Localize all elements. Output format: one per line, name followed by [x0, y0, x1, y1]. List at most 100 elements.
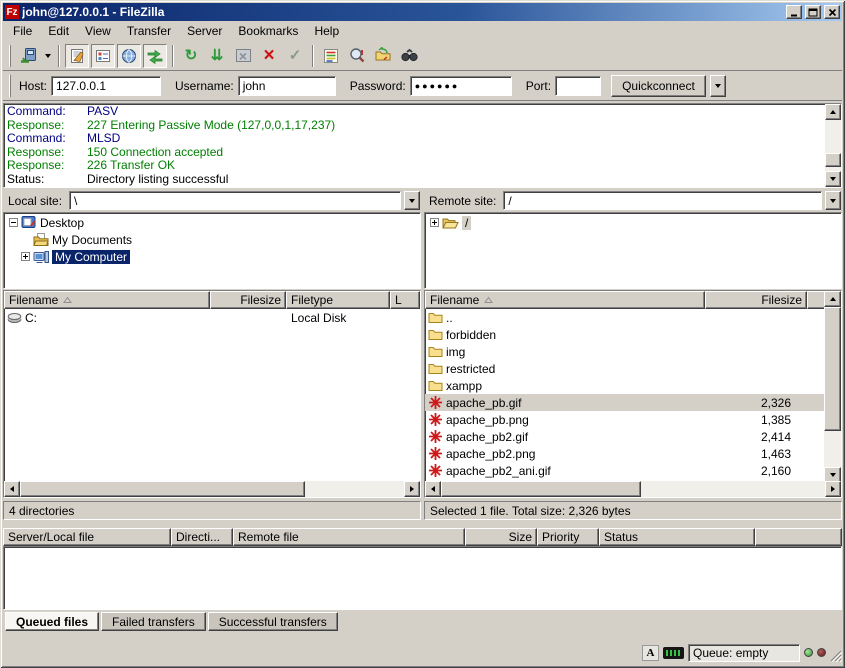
column-header-remote-file[interactable]: Remote file	[233, 528, 465, 546]
remote-site-label: Remote site:	[425, 194, 500, 208]
site-manager-dropdown[interactable]	[41, 44, 54, 68]
remote-file-row[interactable]: ..	[425, 309, 826, 326]
column-header-filesize[interactable]: Filesize	[210, 291, 286, 309]
my-documents-icon	[33, 232, 49, 248]
data-type-indicator[interactable]: A	[642, 645, 659, 661]
remote-file-row-selected[interactable]: apache_pb.gif 2,326	[425, 394, 826, 411]
column-header-filename[interactable]: Filename	[425, 291, 705, 309]
column-header-direction[interactable]: Directi...	[171, 528, 233, 546]
arrow-left-icon	[10, 486, 14, 492]
tab-successful-transfers[interactable]: Successful transfers	[208, 612, 338, 631]
local-site-combo-dropdown[interactable]	[404, 191, 420, 210]
remote-file-row[interactable]: apache_pb2.gif 2,414	[425, 428, 826, 445]
scroll-thumb[interactable]	[825, 153, 841, 167]
queue-tabs: Queued files Failed transfers Successful…	[3, 612, 338, 631]
host-input[interactable]: 127.0.0.1	[51, 76, 161, 96]
column-header-server-local-file[interactable]: Server/Local file	[3, 528, 171, 546]
local-horizontal-scrollbar[interactable]	[4, 481, 420, 497]
folder-icon	[428, 344, 443, 359]
port-input[interactable]	[555, 76, 601, 96]
scroll-up-button[interactable]	[824, 291, 841, 307]
scroll-right-button[interactable]	[404, 481, 420, 497]
tab-failed-transfers[interactable]: Failed transfers	[101, 612, 206, 631]
log-scrollbar[interactable]	[825, 104, 841, 187]
menu-transfer[interactable]: Transfer	[119, 22, 179, 40]
close-icon	[828, 8, 837, 17]
column-header-filetype[interactable]: Filetype	[286, 291, 390, 309]
scroll-left-button[interactable]	[425, 481, 441, 497]
maximize-icon	[808, 8, 818, 17]
column-header-status[interactable]: Status	[599, 528, 755, 546]
column-header-size[interactable]: Size	[465, 528, 537, 546]
remote-file-row[interactable]: apache_pb2.png 1,463	[425, 445, 826, 462]
refresh-button[interactable]: ↻	[179, 44, 203, 68]
column-header-filename[interactable]: Filename	[4, 291, 210, 309]
remote-file-row[interactable]: forbidden	[425, 326, 826, 343]
remote-file-row[interactable]: img	[425, 343, 826, 360]
synchronized-browsing-button[interactable]	[371, 44, 395, 68]
scroll-thumb[interactable]	[20, 481, 305, 497]
tree-item-my-computer[interactable]: My Computer	[4, 248, 420, 265]
process-queue-button[interactable]: ⇊	[205, 44, 229, 68]
directory-comparison-button[interactable]	[345, 44, 369, 68]
resize-grip[interactable]	[829, 649, 842, 665]
local-file-row[interactable]: C: Local Disk	[4, 309, 420, 326]
disconnect-button[interactable]: ×	[257, 44, 281, 68]
quickconnect-dropdown[interactable]	[710, 75, 726, 97]
tree-item-my-documents[interactable]: My Documents	[4, 231, 420, 248]
password-input[interactable]: ●●●●●●	[410, 76, 512, 96]
remote-file-row[interactable]: apache_pb.png 1,385	[425, 411, 826, 428]
reconnect-button[interactable]: ✓	[283, 44, 307, 68]
status-bar: A Queue: empty	[3, 640, 842, 665]
remote-file-row[interactable]: restricted	[425, 360, 826, 377]
column-header-lastmodified[interactable]: L	[390, 291, 420, 309]
remote-site-combo[interactable]: /	[503, 191, 822, 210]
remote-horizontal-scrollbar[interactable]	[425, 481, 841, 497]
scroll-thumb[interactable]	[441, 481, 641, 497]
tree-item-root[interactable]: /	[425, 214, 841, 231]
scroll-up-button[interactable]	[825, 104, 841, 120]
remote-tree-icon	[120, 47, 138, 65]
filters-button[interactable]	[319, 44, 343, 68]
menu-help[interactable]: Help	[306, 22, 347, 40]
speed-limits-icon[interactable]	[663, 647, 684, 659]
cancel-operation-button[interactable]: ×	[231, 44, 255, 68]
remote-status-text: Selected 1 file. Total size: 2,326 bytes	[424, 501, 842, 520]
expand-expander[interactable]	[21, 252, 30, 261]
username-input[interactable]: john	[238, 76, 336, 96]
find-files-button[interactable]	[397, 44, 421, 68]
menu-file[interactable]: File	[5, 22, 40, 40]
column-header-priority[interactable]: Priority	[537, 528, 599, 546]
remote-file-row[interactable]: apache_pb2_ani.gif 2,160	[425, 462, 826, 479]
site-manager-button[interactable]	[16, 44, 40, 68]
column-header-filesize[interactable]: Filesize	[705, 291, 807, 309]
scroll-thumb[interactable]	[824, 307, 841, 431]
remote-site-combo-dropdown[interactable]	[825, 191, 841, 210]
scroll-left-button[interactable]	[4, 481, 20, 497]
remote-file-row[interactable]: xampp	[425, 377, 826, 394]
toggle-remote-tree-button[interactable]	[117, 44, 141, 68]
tab-queued-files[interactable]: Queued files	[5, 612, 99, 631]
menu-edit[interactable]: Edit	[40, 22, 77, 40]
scroll-right-button[interactable]	[825, 481, 841, 497]
local-site-combo[interactable]: \	[69, 191, 401, 210]
collapse-expander[interactable]	[9, 218, 18, 227]
menu-view[interactable]: View	[77, 22, 119, 40]
toggle-transfer-queue-button[interactable]	[143, 44, 167, 68]
menu-bookmarks[interactable]: Bookmarks	[230, 22, 306, 40]
remote-vertical-scrollbar[interactable]	[824, 291, 841, 483]
menu-server[interactable]: Server	[179, 22, 230, 40]
expand-expander[interactable]	[430, 218, 439, 227]
toolbar-separator	[312, 45, 314, 67]
toggle-message-log-button[interactable]	[65, 44, 89, 68]
queue-header: Server/Local file Directi... Remote file…	[3, 528, 842, 546]
close-button[interactable]	[824, 5, 840, 19]
scroll-down-button[interactable]	[825, 171, 841, 187]
toggle-local-tree-button[interactable]	[91, 44, 115, 68]
minimize-button[interactable]	[786, 5, 802, 19]
tree-item-desktop[interactable]: Desktop	[4, 214, 420, 231]
filezilla-window: Fz john@127.0.0.1 - FileZilla File Edit …	[0, 0, 845, 668]
maximize-button[interactable]	[805, 5, 821, 19]
quickconnect-button[interactable]: Quickconnect	[611, 75, 706, 97]
sort-ascending-icon	[484, 296, 493, 304]
